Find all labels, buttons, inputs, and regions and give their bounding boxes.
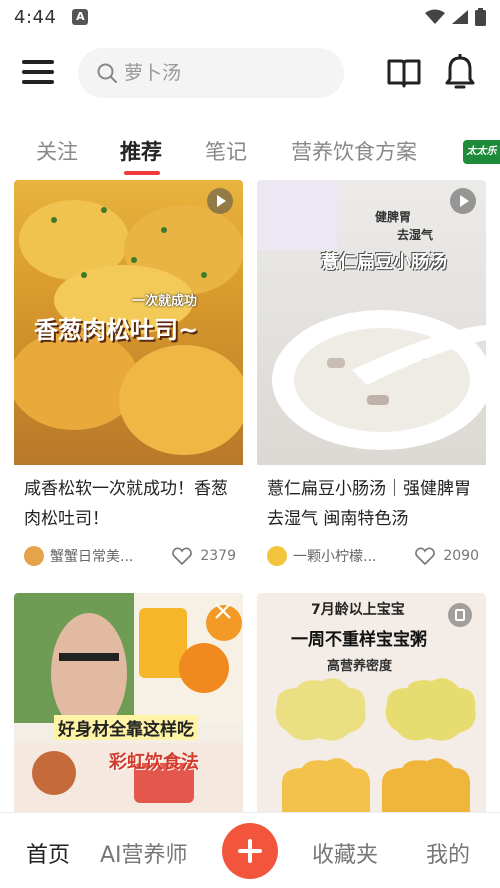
like-count: 2379 xyxy=(200,548,236,564)
feed-card-rainbow-diet[interactable]: 好身材全靠这样吃 彩虹饮食法 xyxy=(14,593,243,812)
recipe-book-icon[interactable] xyxy=(386,56,422,88)
overlay-title: 香葱肉松吐司~ xyxy=(34,316,199,344)
tab-recommend[interactable]: 推荐 xyxy=(120,136,162,166)
search-input[interactable] xyxy=(124,62,324,84)
soup-photo xyxy=(257,180,486,450)
search-icon xyxy=(97,63,117,83)
overlay-tag: 7月龄以上宝宝 xyxy=(311,602,405,618)
close-icon[interactable] xyxy=(213,601,233,621)
heart-icon[interactable] xyxy=(172,547,193,565)
search-box[interactable] xyxy=(78,48,344,98)
card-image: 一次就成功 香葱肉松吐司~ xyxy=(14,180,243,465)
brand-badge[interactable]: 太太乐 xyxy=(463,140,500,164)
overlay-title: 薏仁扁豆小肠汤 xyxy=(321,252,447,273)
card-image: 好身材全靠这样吃 彩虹饮食法 xyxy=(14,593,243,812)
card-meta: 一颗小柠檬... 2090 xyxy=(267,544,479,568)
status-time: 4:44 xyxy=(14,6,57,28)
feed-card-toast[interactable]: 一次就成功 香葱肉松吐司~ 咸香松软一次就成功！香葱肉松吐司！ 蟹蟹日常美...… xyxy=(14,180,243,575)
battery-icon xyxy=(475,8,486,26)
signal-icon xyxy=(452,10,468,24)
nav-home[interactable]: 首页 xyxy=(26,837,70,869)
like-count: 2090 xyxy=(443,548,479,564)
nav-ai-nutritionist[interactable]: AI营养师 xyxy=(100,837,188,869)
app-notification-icon: A xyxy=(72,9,89,25)
bottom-navigation: 首页 AI营养师 收藏夹 我的 xyxy=(0,812,500,888)
diet-photo xyxy=(14,593,243,812)
card-title: 薏仁扁豆小肠汤｜强健脾胃去湿气 闽南特色汤 xyxy=(267,479,471,529)
add-button[interactable] xyxy=(222,823,278,879)
card-title: 咸香松软一次就成功！香葱肉松吐司！ xyxy=(24,479,228,529)
play-icon xyxy=(450,188,476,214)
card-image: 7月龄以上宝宝 一周不重样宝宝粥 高营养密度 xyxy=(257,593,486,812)
feed-tab-bar: 关注 推荐 笔记 营养饮食方案 太太乐 xyxy=(0,130,500,180)
card-image: 健脾胃 去湿气 薏仁扁豆小肠汤 xyxy=(257,180,486,465)
notification-bell-icon[interactable] xyxy=(444,54,476,90)
nav-mine[interactable]: 我的 xyxy=(426,837,470,869)
tab-follow[interactable]: 关注 xyxy=(36,136,78,166)
overlay-title: 一周不重样宝宝粥 xyxy=(291,630,427,650)
play-icon xyxy=(207,188,233,214)
overlay-tag-a: 健脾胃 xyxy=(375,210,412,224)
overlay-tag-b: 去湿气 xyxy=(397,228,434,242)
feed-card-soup[interactable]: 健脾胃 去湿气 薏仁扁豆小肠汤 薏仁扁豆小肠汤｜强健脾胃去湿气 闽南特色汤 一颗… xyxy=(257,180,486,575)
menu-button[interactable] xyxy=(22,58,54,86)
author-name: 蟹蟹日常美... xyxy=(50,549,134,565)
overlay-subtitle: 一次就成功 xyxy=(132,294,198,309)
top-bar xyxy=(0,44,500,100)
overlay-title: 好身材全靠这样吃 xyxy=(54,715,198,740)
heart-icon[interactable] xyxy=(415,547,436,565)
note-icon xyxy=(448,603,472,627)
overlay-subtitle: 彩虹饮食法 xyxy=(109,752,199,773)
tab-notes[interactable]: 笔记 xyxy=(205,136,247,166)
author-name: 一颗小柠檬... xyxy=(293,549,377,565)
nav-favorites[interactable]: 收藏夹 xyxy=(312,837,378,869)
avatar xyxy=(24,546,44,566)
active-tab-indicator xyxy=(124,171,160,175)
overlay-subtitle: 高营养密度 xyxy=(327,659,393,674)
feed-card-baby-porridge[interactable]: 7月龄以上宝宝 一周不重样宝宝粥 高营养密度 xyxy=(257,593,486,812)
menu-icon xyxy=(22,60,54,64)
avatar xyxy=(267,546,287,566)
tab-nutrition-plan[interactable]: 营养饮食方案 xyxy=(291,136,417,166)
status-bar: 4:44 A xyxy=(0,0,500,34)
wifi-icon xyxy=(425,9,445,24)
card-meta: 蟹蟹日常美... 2379 xyxy=(24,544,236,568)
